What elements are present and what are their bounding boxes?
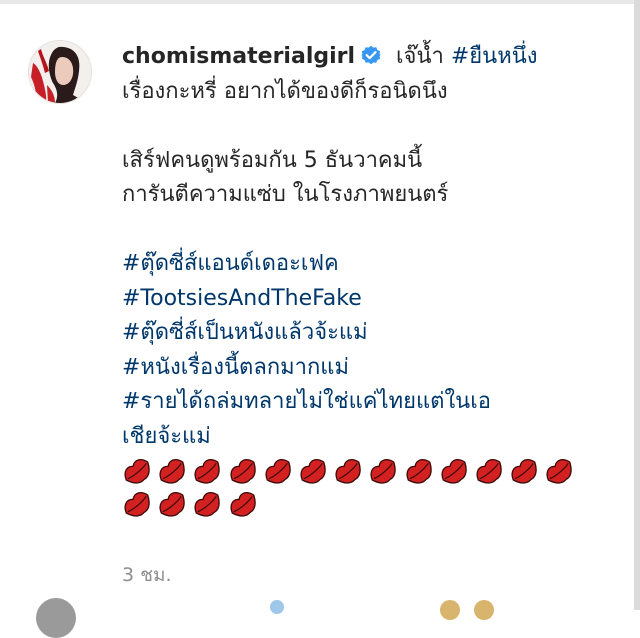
lips-emoji-icon: [124, 492, 150, 517]
hashtag-link-continued[interactable]: เชียจ้ะแม่: [122, 420, 592, 455]
avatar[interactable]: [28, 40, 92, 104]
hashtag-link[interactable]: #หนังเรื่องนี้ตลกมากแม่: [122, 351, 592, 386]
emoji-icon: [440, 600, 460, 620]
lips-emoji-icon: [159, 492, 185, 517]
caption-text: เจ๊น้ำ: [389, 44, 451, 69]
hashtag-link[interactable]: #รายได้ถล่มทลายไม่ใช่แค่ไทยแต่ในเอ: [122, 385, 592, 420]
lips-emoji-icon: [230, 492, 256, 517]
lips-emoji-icon: [370, 459, 397, 484]
emoji-icon: [474, 600, 494, 620]
lips-emoji-icon: [476, 459, 502, 484]
emoji-row: [122, 454, 592, 487]
lips-emoji-icon: [441, 459, 467, 484]
scrollbar[interactable]: [634, 0, 640, 610]
post-caption: chomismaterialgirl เจ๊น้ำ #ยืนหนึ่ง เรื่…: [122, 40, 592, 520]
emoji-row: [122, 487, 592, 520]
hashtag-link[interactable]: #ตุ๊ดซี่ส์แอนด์เดอะเฟค: [122, 247, 592, 282]
lips-emoji-icon: [194, 492, 221, 517]
caption-header: chomismaterialgirl เจ๊น้ำ #ยืนหนึ่ง: [122, 40, 592, 75]
hashtag-link[interactable]: #ตุ๊ดซี่ส์เป็นหนังแล้วจ้ะแม่: [122, 316, 592, 351]
caption-line: เรื่องกะหรี่ อยากได้ของดีก็รอนิดนึง: [122, 78, 448, 104]
lips-emoji-icon: [159, 459, 185, 484]
verified-badge-icon: [361, 42, 381, 65]
lips-emoji-icon: [300, 459, 326, 484]
lips-emoji-icon: [194, 459, 221, 484]
lips-emoji-icon: [335, 459, 361, 484]
caption-line: เสิร์ฟคนดูพร้อมกัน 5 ธันวาคมนี้: [122, 147, 423, 173]
lips-emoji-icon: [511, 459, 537, 484]
avatar-image: [29, 41, 91, 103]
next-comment-verified-icon: [270, 600, 284, 614]
lips-emoji-icon: [405, 459, 432, 484]
hashtag-link[interactable]: #TootsiesAndTheFake: [122, 282, 592, 317]
lips-emoji-icon: [546, 459, 572, 484]
lips-emoji-icon: [124, 459, 150, 484]
next-comment-avatar[interactable]: [36, 598, 76, 638]
post-timestamp[interactable]: 3 ชม.: [122, 560, 172, 590]
lips-emoji-icon: [265, 459, 291, 484]
caption-line: การันตีความแซ่บ ในโรงภาพยนตร์: [122, 182, 449, 207]
lips-emoji-icon: [230, 459, 256, 484]
username-link[interactable]: chomismaterialgirl: [122, 44, 355, 69]
window-top-edge: [0, 0, 640, 4]
hashtag-link[interactable]: #ยืนหนึ่ง: [451, 44, 538, 69]
